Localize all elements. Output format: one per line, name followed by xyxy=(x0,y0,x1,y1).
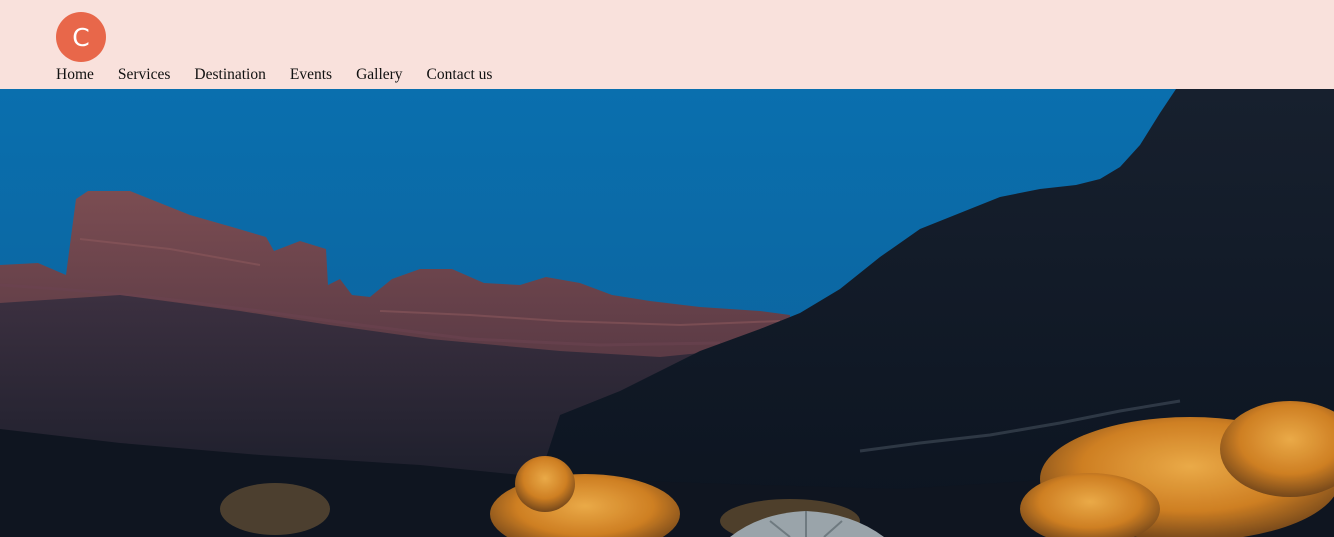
hero-landscape-illustration xyxy=(0,89,1334,537)
site-header: C Home Services Destination Events Galle… xyxy=(0,0,1334,89)
nav-list: Home Services Destination Events Gallery… xyxy=(56,64,492,86)
nav-item-gallery[interactable]: Gallery xyxy=(356,64,402,86)
nav-item-destination[interactable]: Destination xyxy=(194,64,265,86)
logo-letter: C xyxy=(72,23,90,52)
nav-item-contact-us[interactable]: Contact us xyxy=(427,64,493,86)
nav-item-services[interactable]: Services xyxy=(118,64,171,86)
hero-image xyxy=(0,89,1334,537)
nav-item-events[interactable]: Events xyxy=(290,64,332,86)
logo[interactable]: C xyxy=(56,12,106,62)
nav-item-home[interactable]: Home xyxy=(56,64,94,86)
